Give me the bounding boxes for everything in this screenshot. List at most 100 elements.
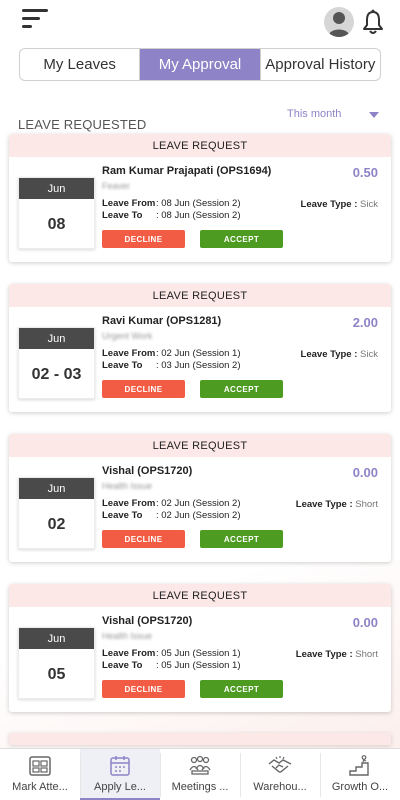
leave-reason: Feaver bbox=[102, 181, 131, 191]
leave-request-card: LEAVE REQUEST Jun 05 Vishal (OPS1720) He… bbox=[9, 584, 391, 712]
accept-button[interactable]: ACCEPT bbox=[200, 230, 283, 248]
leave-to-value: : 03 Jun (Session 2) bbox=[156, 360, 241, 371]
leave-from-label: Leave From bbox=[102, 198, 156, 209]
date-day: 08 bbox=[47, 215, 66, 233]
section-title: LEAVE REQUESTED bbox=[18, 117, 147, 132]
nav-label: Mark Atte... bbox=[12, 781, 68, 793]
hamburger-menu-icon[interactable] bbox=[22, 9, 50, 33]
leave-to-value: : 08 Jun (Session 2) bbox=[156, 210, 241, 221]
date-badge: Jun 05 bbox=[18, 627, 95, 699]
leave-from-value: : 08 Jun (Session 2) bbox=[156, 198, 241, 209]
date-month: Jun bbox=[19, 478, 94, 499]
nav-apply-leave[interactable]: Apply Le... bbox=[80, 749, 160, 800]
employee-name: Vishal (OPS1720) bbox=[102, 615, 193, 627]
leave-from-value: : 02 Jun (Session 1) bbox=[156, 348, 241, 359]
leave-from-row: Leave From: 02 Jun (Session 2) bbox=[102, 498, 241, 509]
user-avatar-icon[interactable] bbox=[324, 7, 354, 37]
leave-request-card: LEAVE REQUEST Jun 08 Ram Kumar Prajapati… bbox=[9, 134, 391, 262]
leave-to-label: Leave To bbox=[102, 660, 143, 671]
employee-name: Ravi Kumar (OPS1281) bbox=[102, 315, 222, 327]
leave-to-row: Leave To : 08 Jun (Session 2) bbox=[102, 210, 241, 221]
accept-button[interactable]: ACCEPT bbox=[200, 530, 283, 548]
leave-request-card: LEAVE REQUEST Jun 02 - 03 Ravi Kumar (OP… bbox=[9, 284, 391, 412]
leave-request-card: LEAVE REQUEST Jun 02 Vishal (OPS1720) He… bbox=[9, 434, 391, 562]
next-card-peek bbox=[9, 733, 391, 745]
leave-to-label: Leave To bbox=[102, 510, 143, 521]
nav-label: Growth O... bbox=[331, 781, 389, 793]
card-header: LEAVE REQUEST bbox=[9, 134, 391, 157]
date-day: 02 - 03 bbox=[31, 365, 82, 383]
leave-type-value: Sick bbox=[360, 349, 378, 360]
nav-label: Apply Le... bbox=[94, 781, 146, 793]
leave-type-value: Sick bbox=[360, 199, 378, 210]
leave-reason: Health Issue bbox=[102, 481, 153, 491]
handshake-icon bbox=[268, 756, 292, 773]
period-filter-value: This month bbox=[287, 108, 342, 120]
tab-my-leaves[interactable]: My Leaves bbox=[20, 49, 139, 80]
leave-type-label: Leave Type : bbox=[295, 649, 353, 660]
bottom-nav: Mark Atte... Apply Le... Meetings ... Wa… bbox=[0, 748, 400, 800]
leave-to-row: Leave To : 05 Jun (Session 1) bbox=[102, 660, 241, 671]
decline-button[interactable]: DECLINE bbox=[102, 530, 185, 548]
notification-bell-icon[interactable] bbox=[362, 9, 384, 35]
employee-name: Vishal (OPS1720) bbox=[102, 465, 193, 477]
meetings-people-icon bbox=[189, 755, 211, 775]
tab-approval-history[interactable]: Approval History bbox=[259, 49, 380, 80]
decline-button[interactable]: DECLINE bbox=[102, 680, 185, 698]
leave-type-value: Short bbox=[355, 649, 378, 660]
leave-type: Leave Type : Sick bbox=[301, 199, 378, 210]
leave-to-label: Leave To bbox=[102, 360, 143, 371]
leave-type-value: Short bbox=[355, 499, 378, 510]
leave-to-row: Leave To : 03 Jun (Session 2) bbox=[102, 360, 241, 371]
leave-tabs: My Leaves My Approval Approval History bbox=[19, 48, 381, 81]
accept-button[interactable]: ACCEPT bbox=[200, 380, 283, 398]
leave-reason: Urgent Work bbox=[102, 331, 153, 341]
date-month: Jun bbox=[19, 328, 94, 349]
decline-button[interactable]: DECLINE bbox=[102, 380, 185, 398]
leave-to-row: Leave To: 02 Jun (Session 2) bbox=[102, 510, 241, 521]
nav-warehouse[interactable]: Warehou... bbox=[240, 749, 320, 800]
leave-type-label: Leave Type : bbox=[300, 199, 358, 210]
leave-from-row: Leave From: 02 Jun (Session 1) bbox=[102, 348, 241, 359]
nav-growth[interactable]: Growth O... bbox=[320, 749, 400, 800]
leave-type-label: Leave Type : bbox=[300, 349, 358, 360]
leave-reason: Health Issue bbox=[102, 631, 153, 641]
date-badge: Jun 02 - 03 bbox=[18, 327, 95, 399]
card-header: LEAVE REQUEST bbox=[9, 584, 391, 607]
card-header: LEAVE REQUEST bbox=[9, 434, 391, 457]
dropdown-caret-icon bbox=[369, 112, 379, 118]
leave-from-label: Leave From bbox=[102, 348, 156, 359]
leave-days: 0.00 bbox=[352, 465, 378, 480]
apply-leave-calendar-icon bbox=[110, 756, 130, 776]
date-month: Jun bbox=[19, 178, 94, 199]
date-day: 05 bbox=[47, 665, 66, 683]
leave-to-value: : 05 Jun (Session 1) bbox=[156, 660, 241, 671]
nav-label: Meetings ... bbox=[171, 781, 229, 793]
leave-type-label: Leave Type : bbox=[295, 499, 353, 510]
tab-my-approval[interactable]: My Approval bbox=[139, 49, 260, 80]
leave-type: Leave Type : Sick bbox=[301, 349, 378, 360]
leave-from-row: Leave From: 08 Jun (Session 2) bbox=[102, 198, 241, 209]
leave-to-label: Leave To bbox=[102, 210, 143, 221]
date-day: 02 bbox=[47, 515, 66, 533]
nav-label: Warehou... bbox=[253, 781, 307, 793]
date-badge: Jun 08 bbox=[18, 177, 95, 249]
nav-mark-attendance[interactable]: Mark Atte... bbox=[0, 749, 80, 800]
leave-type: Leave Type : Short bbox=[296, 649, 378, 660]
nav-meetings[interactable]: Meetings ... bbox=[160, 749, 240, 800]
card-header: LEAVE REQUEST bbox=[9, 284, 391, 307]
period-filter-dropdown[interactable]: This month bbox=[287, 108, 383, 124]
leave-from-value: : 02 Jun (Session 2) bbox=[156, 498, 241, 509]
leave-from-label: Leave From bbox=[102, 648, 156, 659]
date-month: Jun bbox=[19, 628, 94, 649]
leave-from-value: : 05 Jun (Session 1) bbox=[156, 648, 241, 659]
attendance-calendar-icon bbox=[29, 756, 51, 776]
date-badge: Jun 02 bbox=[18, 477, 95, 549]
growth-stairs-icon bbox=[349, 755, 369, 776]
decline-button[interactable]: DECLINE bbox=[102, 230, 185, 248]
leave-from-row: Leave From: 05 Jun (Session 1) bbox=[102, 648, 241, 659]
leave-from-label: Leave From bbox=[102, 498, 156, 509]
accept-button[interactable]: ACCEPT bbox=[200, 680, 283, 698]
employee-name: Ram Kumar Prajapati (OPS1694) bbox=[102, 165, 272, 177]
leave-days: 0.50 bbox=[352, 165, 378, 180]
